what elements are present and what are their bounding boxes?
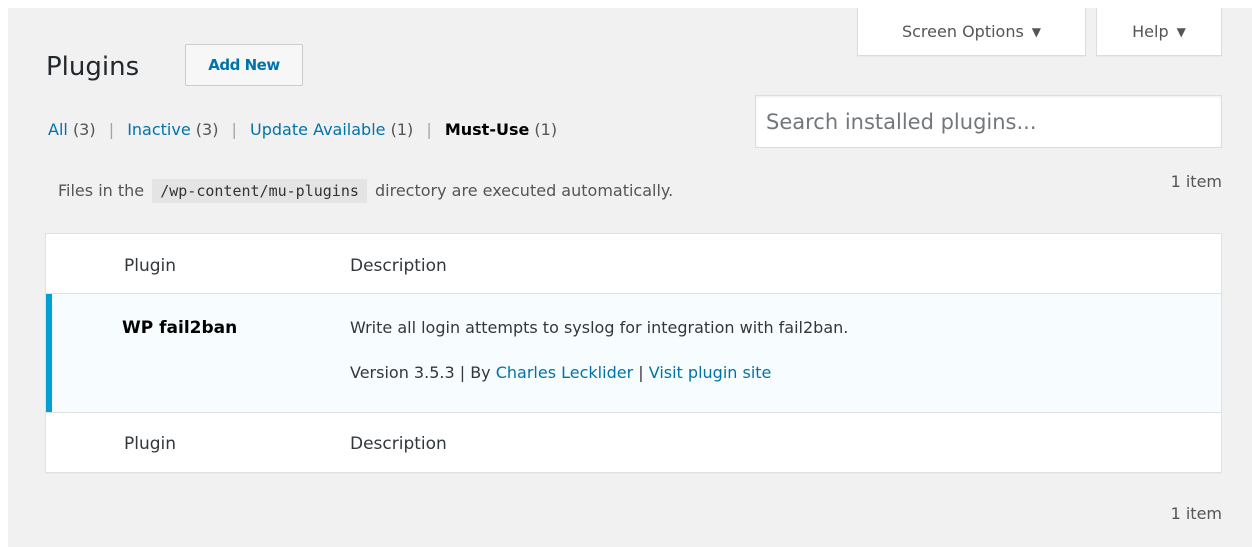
items-count-top: 1 item bbox=[1170, 172, 1222, 191]
plugin-author-link[interactable]: Charles Lecklider bbox=[496, 363, 633, 382]
column-footer-description[interactable]: Description bbox=[350, 434, 447, 454]
plugin-status-filters: All (3) | Inactive (3) | Update Availabl… bbox=[48, 120, 557, 139]
screen-options-button[interactable]: Screen Options ▼ bbox=[857, 8, 1086, 56]
filter-separator: | bbox=[231, 120, 237, 139]
notice-text-before: Files in the bbox=[58, 181, 145, 200]
filter-must-use-current[interactable]: Must-Use bbox=[445, 120, 530, 139]
plugins-table: Plugin Description WP fail2ban Write all… bbox=[45, 233, 1222, 473]
plugin-description: Write all login attempts to syslog for i… bbox=[350, 318, 849, 337]
column-header-description[interactable]: Description bbox=[350, 256, 447, 276]
filter-must-use-count: (1) bbox=[534, 120, 558, 139]
help-button[interactable]: Help ▼ bbox=[1096, 8, 1222, 56]
triangle-down-icon: ▼ bbox=[1176, 24, 1186, 39]
table-row: WP fail2ban Write all login attempts to … bbox=[46, 293, 1221, 413]
screen-options-label: Screen Options bbox=[901, 22, 1024, 41]
triangle-down-icon: ▼ bbox=[1031, 24, 1042, 39]
plugin-name: WP fail2ban bbox=[122, 318, 238, 338]
filter-separator: | bbox=[426, 120, 432, 139]
plugins-screen: Screen Options ▼ Help ▼ Plugins Add New … bbox=[8, 8, 1252, 547]
filter-inactive-count: (3) bbox=[195, 120, 219, 139]
column-header-plugin[interactable]: Plugin bbox=[124, 256, 176, 276]
add-new-button[interactable]: Add New bbox=[185, 44, 303, 86]
notice-text-after: directory are executed automatically. bbox=[375, 181, 674, 200]
meta-separator: | bbox=[638, 363, 644, 382]
visit-plugin-site-link[interactable]: Visit plugin site bbox=[649, 363, 772, 382]
column-footer-plugin[interactable]: Plugin bbox=[124, 434, 176, 454]
items-count-bottom: 1 item bbox=[1170, 504, 1222, 523]
plugin-version: Version 3.5.3 | By bbox=[350, 363, 491, 382]
plugin-version-author: Version 3.5.3 | By Charles Lecklider | V… bbox=[350, 363, 771, 382]
filter-separator: | bbox=[108, 120, 115, 139]
search-plugins-input[interactable]: Search installed plugins... bbox=[755, 95, 1222, 148]
mu-plugins-path: /wp-content/mu-plugins bbox=[152, 179, 367, 203]
help-label: Help bbox=[1132, 22, 1169, 41]
page-title: Plugins bbox=[46, 52, 140, 82]
active-row-indicator bbox=[46, 294, 52, 412]
filter-inactive-link[interactable]: Inactive bbox=[127, 120, 191, 139]
filter-all-count: (3) bbox=[72, 120, 96, 139]
filter-update-count: (1) bbox=[390, 120, 414, 139]
filter-update-available-link[interactable]: Update Available bbox=[250, 120, 385, 139]
mu-plugins-notice: Files in the /wp-content/mu-plugins dire… bbox=[58, 179, 674, 203]
filter-all-link[interactable]: All bbox=[48, 120, 68, 139]
